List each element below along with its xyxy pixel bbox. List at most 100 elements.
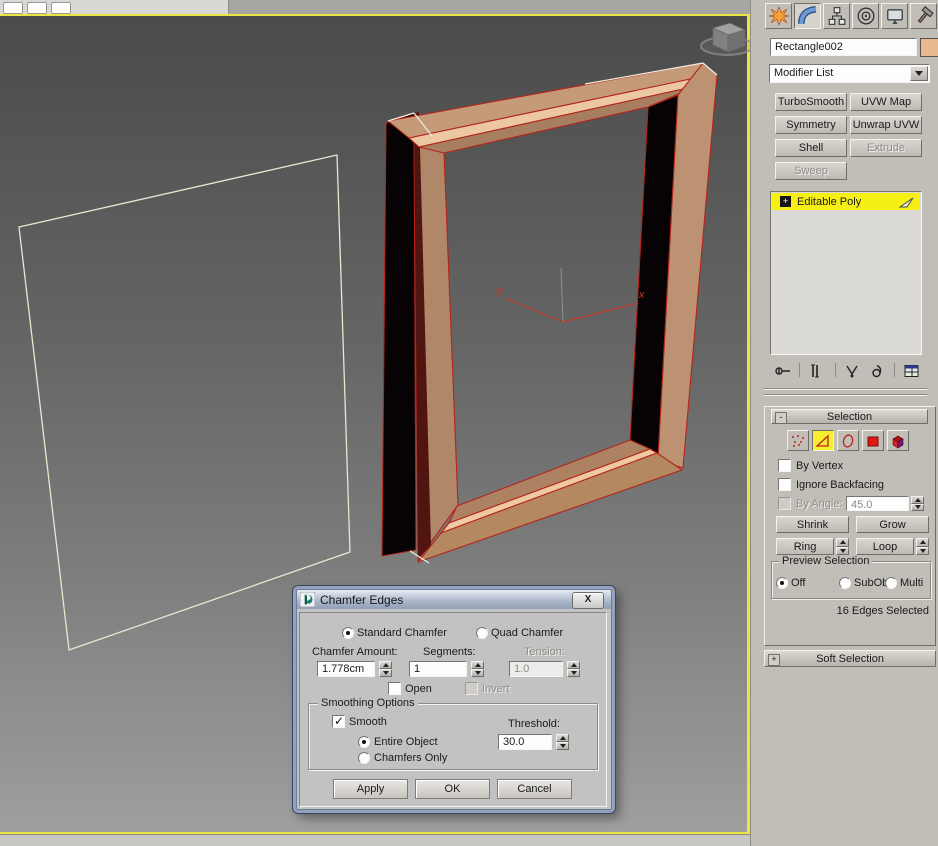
utilities-icon <box>917 6 934 24</box>
modifier-list-dropdown[interactable]: Modifier List <box>769 64 930 83</box>
hierarchy-icon <box>828 7 845 25</box>
preview-subobj-radio[interactable] <box>839 577 851 589</box>
sweep-button: Sweep <box>775 162 847 180</box>
axis-y-label: y <box>497 285 503 297</box>
spinner-up-button[interactable] <box>836 538 849 547</box>
polygon-mode-button[interactable] <box>862 430 884 451</box>
border-icon <box>842 433 854 448</box>
soft-selection-rollout-header[interactable]: + Soft Selection <box>764 650 936 667</box>
chamfers-only-radio[interactable] <box>358 752 370 764</box>
loop-spinner[interactable] <box>916 538 929 555</box>
edge-icon <box>815 434 829 447</box>
tension-spinner <box>567 661 580 677</box>
tab-modify[interactable] <box>794 3 821 29</box>
open-checkbox[interactable] <box>388 682 401 695</box>
chamfer-amount-field[interactable]: 1.778cm <box>317 661 375 677</box>
subobject-arrow-icon <box>898 197 914 208</box>
object-color-swatch[interactable] <box>920 38 938 57</box>
preview-off-radio[interactable] <box>776 577 788 589</box>
remove-modifier-icon[interactable] <box>869 363 885 379</box>
uvw-map-button[interactable]: UVW Map <box>850 93 922 111</box>
spinner-up-button[interactable] <box>916 538 929 547</box>
by-vertex-checkbox[interactable] <box>778 459 791 472</box>
spinner-down-button[interactable] <box>379 669 392 677</box>
spinner-up-button[interactable] <box>911 496 924 504</box>
wireframe-rectangle[interactable] <box>18 154 351 651</box>
ring-button[interactable]: Ring <box>776 538 834 555</box>
spinner-down-button[interactable] <box>471 669 484 677</box>
threshold-field[interactable]: 30.0 <box>498 734 552 750</box>
divider <box>763 394 927 396</box>
symmetry-button[interactable]: Symmetry <box>775 116 847 134</box>
segments-label: Segments: <box>423 646 476 658</box>
smooth-checkbox[interactable] <box>332 714 345 728</box>
axis-tripod <box>504 267 639 323</box>
tab-hierarchy[interactable] <box>823 3 850 29</box>
expand-icon[interactable]: + <box>768 654 780 666</box>
spinner-up-button[interactable] <box>471 661 484 669</box>
dialog-titlebar[interactable]: Chamfer Edges X <box>297 590 611 609</box>
selection-rollout-header[interactable]: - Selection <box>771 409 928 424</box>
spinner-up-button[interactable] <box>556 734 569 742</box>
ignore-backfacing-checkbox[interactable] <box>778 478 791 491</box>
grow-button[interactable]: Grow <box>856 516 929 533</box>
tab-motion[interactable] <box>852 3 879 29</box>
shell-button[interactable]: Shell <box>775 139 847 157</box>
edge-mode-button[interactable] <box>812 430 834 451</box>
tab-utilities[interactable] <box>910 3 937 29</box>
spinner-down-button[interactable] <box>911 503 924 511</box>
preview-multi-radio[interactable] <box>885 577 897 589</box>
tab-display[interactable] <box>881 3 908 29</box>
threshold-spinner[interactable] <box>556 734 569 750</box>
selection-status: 16 Edges Selected <box>836 605 929 617</box>
configure-modifier-sets-icon[interactable] <box>902 363 922 379</box>
spinner-up-button[interactable] <box>379 661 392 669</box>
element-mode-button[interactable] <box>887 430 909 451</box>
by-vertex-label: By Vertex <box>796 460 844 472</box>
invert-checkbox <box>465 682 478 695</box>
dialog-title: Chamfer Edges <box>320 592 404 607</box>
spinner-down-button[interactable] <box>916 546 929 555</box>
quad-chamfer-radio[interactable] <box>476 627 488 639</box>
vertex-mode-button[interactable] <box>787 430 809 451</box>
spinner-down-button <box>567 669 580 677</box>
spinner-down-button[interactable] <box>836 546 849 555</box>
stack-item-label: Editable Poly <box>797 195 862 208</box>
dropdown-arrow-button[interactable] <box>910 66 928 81</box>
expand-icon[interactable]: + <box>780 196 791 207</box>
spinner-down-button[interactable] <box>556 742 569 750</box>
close-button[interactable]: X <box>572 592 604 609</box>
loop-button[interactable]: Loop <box>856 538 914 555</box>
cancel-button[interactable]: Cancel <box>497 779 572 799</box>
object-name-field[interactable]: Rectangle002 <box>770 38 917 56</box>
entire-object-radio[interactable] <box>358 736 370 748</box>
ring-spinner[interactable] <box>836 538 849 555</box>
shrink-button[interactable]: Shrink <box>776 516 849 533</box>
stack-item-editable-poly[interactable]: + Editable Poly <box>772 193 920 210</box>
chamfer-edges-dialog[interactable]: Chamfer Edges X Standard Chamfer Quad Ch… <box>293 586 615 813</box>
smooth-label: Smooth <box>349 716 387 728</box>
by-angle-spinner[interactable] <box>911 496 924 511</box>
chamfers-only-label: Chamfers Only <box>374 752 448 764</box>
frame-model[interactable] <box>381 62 718 564</box>
view-cube[interactable] <box>700 22 750 56</box>
turbosmooth-button[interactable]: TurboSmooth <box>775 93 847 111</box>
segments-field[interactable]: 1 <box>409 661 467 677</box>
ok-button[interactable]: OK <box>415 779 490 799</box>
unwrap-uvw-button[interactable]: Unwrap UVW <box>850 116 922 134</box>
soft-selection-title: Soft Selection <box>816 653 884 665</box>
border-mode-button[interactable] <box>837 430 859 451</box>
tension-field: 1.0 <box>509 661 563 677</box>
segments-spinner[interactable] <box>471 661 484 677</box>
chamfer-amount-spinner[interactable] <box>379 661 392 677</box>
apply-button[interactable]: Apply <box>333 779 408 799</box>
preview-multi-label: Multi <box>900 577 924 589</box>
show-end-result-icon[interactable] <box>807 363 823 379</box>
tab-create[interactable] <box>765 3 792 29</box>
modifier-stack[interactable]: + Editable Poly <box>770 191 922 355</box>
collapse-icon[interactable]: - <box>775 412 787 424</box>
pin-stack-icon[interactable] <box>773 363 793 379</box>
make-unique-icon[interactable] <box>843 363 861 379</box>
standard-chamfer-radio[interactable] <box>342 627 354 639</box>
entire-object-label: Entire Object <box>374 736 438 748</box>
